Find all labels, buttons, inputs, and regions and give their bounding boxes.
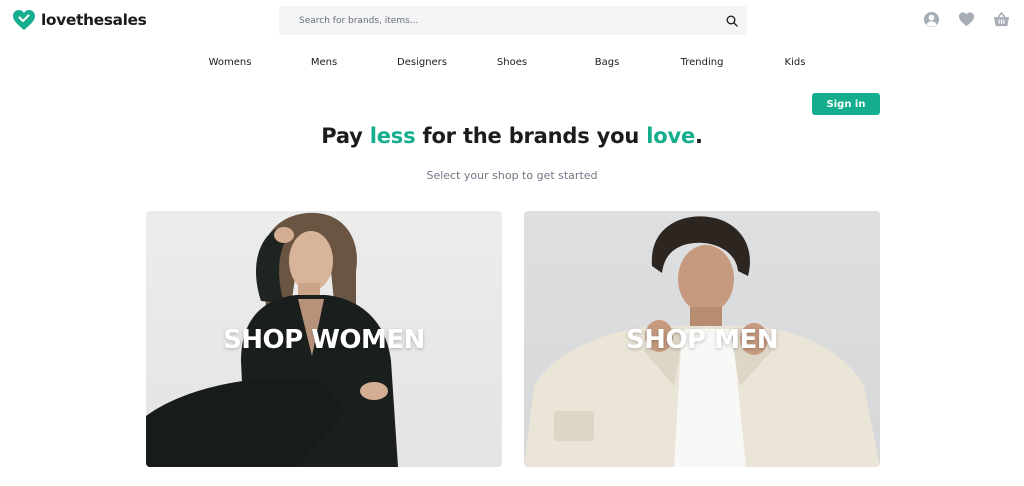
shop-men-label: SHOP MEN: [625, 325, 779, 355]
nav-item-mens[interactable]: Mens: [311, 57, 337, 68]
basket-icon[interactable]: [993, 11, 1010, 28]
user-icon[interactable]: [923, 11, 940, 28]
hero-subtitle: Select your shop to get started: [426, 169, 598, 182]
logo-text: lovethesales: [41, 11, 147, 29]
logo-link[interactable]: lovethesales: [12, 9, 147, 31]
heart-logo-icon: [13, 10, 35, 30]
headline-text-3: .: [695, 124, 703, 148]
search-bar: [279, 6, 747, 35]
headline-accent-love: love: [646, 124, 695, 148]
nav-item-womens[interactable]: Womens: [209, 57, 252, 68]
sign-in-button[interactable]: Sign in: [812, 93, 880, 115]
headline-accent-less: less: [369, 124, 416, 148]
header-icons: [923, 11, 1010, 28]
headline-text-2: for the brands you: [415, 124, 647, 148]
headline-text-1: Pay: [321, 124, 370, 148]
shop-women-label: SHOP WOMEN: [223, 325, 425, 355]
main-nav: Womens Mens Designers Shoes Bags Trendin…: [0, 57, 1024, 71]
nav-item-shoes[interactable]: Shoes: [497, 57, 527, 68]
nav-item-designers[interactable]: Designers: [397, 57, 447, 68]
shop-men-card[interactable]: SHOP MEN: [524, 211, 880, 467]
nav-item-trending[interactable]: Trending: [681, 57, 724, 68]
hero-headline: Pay less for the brands you love.: [0, 124, 1024, 148]
search-input[interactable]: [279, 6, 717, 35]
heart-icon[interactable]: [958, 11, 975, 28]
search-icon: [726, 15, 738, 27]
shop-women-card[interactable]: SHOP WOMEN: [146, 211, 502, 467]
search-button[interactable]: [717, 6, 747, 35]
nav-item-kids[interactable]: Kids: [785, 57, 806, 68]
nav-item-bags[interactable]: Bags: [595, 57, 620, 68]
